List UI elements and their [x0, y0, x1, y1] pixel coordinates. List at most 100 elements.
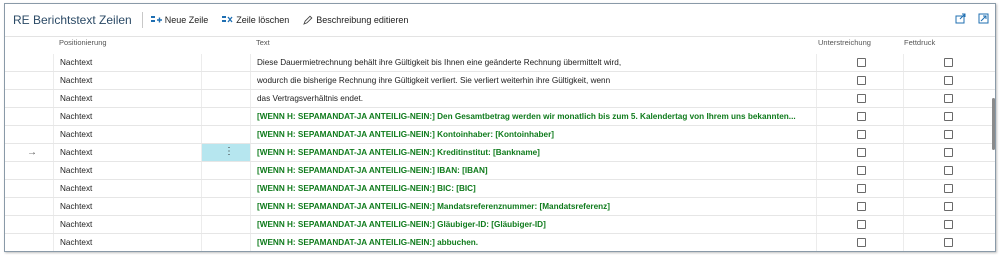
action-bar: RE Berichtstext Zeilen Neue Zeile Zeile … [5, 4, 995, 37]
underline-cell [816, 90, 903, 107]
bold-cell [903, 162, 990, 179]
delete-line-label: Zeile löschen [236, 15, 290, 25]
text-cell[interactable]: [WENN H: SEPAMANDAT-JA ANTEILIG-NEIN:] K… [250, 144, 822, 161]
bold-checkbox[interactable] [944, 184, 953, 193]
new-line-icon [150, 16, 162, 23]
table-row[interactable]: Nachtext [WENN H: SEPAMANDAT-JA ANTEILIG… [5, 126, 995, 144]
delete-line-icon [222, 16, 233, 23]
text-cell[interactable]: [WENN H: SEPAMANDAT-JA ANTEILIG-NEIN:] G… [250, 216, 822, 233]
underline-cell [816, 144, 903, 161]
bold-checkbox[interactable] [944, 94, 953, 103]
underline-checkbox[interactable] [857, 94, 866, 103]
text-cell[interactable]: [WENN H: SEPAMANDAT-JA ANTEILIG-NEIN:] D… [250, 108, 822, 125]
table-row[interactable]: Nachtext [WENN H: SEPAMANDAT-JA ANTEILIG… [5, 180, 995, 198]
bold-cell [903, 216, 990, 233]
lines-grid: Positionierung Text Unterstreichung Fett… [5, 38, 995, 251]
positioning-cell[interactable]: Nachtext [53, 180, 208, 197]
vertical-scrollbar[interactable] [992, 98, 995, 150]
row-menu-cell [201, 234, 250, 251]
row-menu-cell [201, 162, 250, 179]
text-cell[interactable]: Diese Dauermietrechnung behält ihre Gült… [250, 54, 822, 71]
text-cell[interactable]: [WENN H: SEPAMANDAT-JA ANTEILIG-NEIN:] K… [250, 126, 822, 143]
window-frame: RE Berichtstext Zeilen Neue Zeile Zeile … [4, 3, 996, 252]
new-line-button[interactable]: Neue Zeile [150, 15, 209, 25]
underline-cell [816, 162, 903, 179]
underline-cell [816, 180, 903, 197]
positioning-cell[interactable]: Nachtext [53, 54, 208, 71]
column-header-text[interactable]: Text [256, 38, 270, 47]
positioning-cell[interactable]: Nachtext [53, 144, 208, 161]
text-cell[interactable]: [WENN H: SEPAMANDAT-JA ANTEILIG-NEIN:] a… [250, 234, 822, 251]
row-menu-cell [201, 72, 250, 89]
column-header-positioning[interactable]: Positionierung [59, 38, 107, 47]
toolbar-separator [141, 12, 143, 28]
bold-cell [903, 234, 990, 251]
underline-checkbox[interactable] [857, 184, 866, 193]
row-menu-cell [201, 216, 250, 233]
positioning-cell[interactable]: Nachtext [53, 234, 208, 251]
underline-checkbox[interactable] [857, 130, 866, 139]
text-cell[interactable]: wodurch die bisherige Rechnung ihre Gült… [250, 72, 822, 89]
underline-cell [816, 72, 903, 89]
toolbar-right-actions [955, 13, 989, 24]
bold-cell [903, 180, 990, 197]
positioning-cell[interactable]: Nachtext [53, 126, 208, 143]
underline-cell [816, 216, 903, 233]
bold-checkbox[interactable] [944, 58, 953, 67]
edit-description-button[interactable]: Beschreibung editieren [303, 15, 408, 25]
row-menu-cell [201, 126, 250, 143]
bold-checkbox[interactable] [944, 220, 953, 229]
page-title: RE Berichtstext Zeilen [13, 13, 132, 27]
underline-cell [816, 108, 903, 125]
row-menu-cell [201, 198, 250, 215]
positioning-cell[interactable]: Nachtext [53, 90, 208, 107]
underline-checkbox[interactable] [857, 58, 866, 67]
bold-checkbox[interactable] [944, 76, 953, 85]
delete-line-button[interactable]: Zeile löschen [222, 15, 289, 25]
bold-checkbox[interactable] [944, 148, 953, 157]
text-cell[interactable]: das Vertragsverhältnis endet. [250, 90, 822, 107]
text-cell[interactable]: [WENN H: SEPAMANDAT-JA ANTEILIG-NEIN:] B… [250, 180, 822, 197]
underline-checkbox[interactable] [857, 112, 866, 121]
underline-checkbox[interactable] [857, 220, 866, 229]
row-actions-icon[interactable]: ⋮ [224, 144, 234, 160]
bold-checkbox[interactable] [944, 130, 953, 139]
row-menu-cell[interactable]: ⋮ [201, 144, 250, 161]
table-row[interactable]: Nachtext Diese Dauermietrechnung behält … [5, 54, 995, 72]
positioning-cell[interactable]: Nachtext [53, 216, 208, 233]
bold-checkbox[interactable] [944, 202, 953, 211]
table-row[interactable]: Nachtext wodurch die bisherige Rechnung … [5, 72, 995, 90]
new-line-label: Neue Zeile [164, 15, 209, 25]
edit-description-label: Beschreibung editieren [316, 15, 409, 25]
table-row[interactable]: Nachtext [WENN H: SEPAMANDAT-JA ANTEILIG… [5, 234, 995, 251]
underline-checkbox[interactable] [857, 166, 866, 175]
positioning-cell[interactable]: Nachtext [53, 108, 208, 125]
table-row[interactable]: Nachtext [WENN H: SEPAMANDAT-JA ANTEILIG… [5, 162, 995, 180]
underline-cell [816, 126, 903, 143]
bold-checkbox[interactable] [944, 112, 953, 121]
table-row[interactable]: Nachtext [WENN H: SEPAMANDAT-JA ANTEILIG… [5, 108, 995, 126]
text-cell[interactable]: [WENN H: SEPAMANDAT-JA ANTEILIG-NEIN:] M… [250, 198, 822, 215]
underline-checkbox[interactable] [857, 76, 866, 85]
column-header-underline[interactable]: Unterstreichung [818, 38, 871, 47]
underline-checkbox[interactable] [857, 238, 866, 247]
table-row[interactable]: Nachtext [WENN H: SEPAMANDAT-JA ANTEILIG… [5, 216, 995, 234]
share-icon[interactable] [955, 13, 966, 24]
expand-icon[interactable] [978, 13, 989, 24]
table-row[interactable]: Nachtext [WENN H: SEPAMANDAT-JA ANTEILIG… [5, 198, 995, 216]
column-header-bold[interactable]: Fettdruck [904, 38, 935, 47]
table-row-selected[interactable]: → Nachtext ⋮ [WENN H: SEPAMANDAT-JA ANTE… [5, 144, 995, 162]
text-cell[interactable]: [WENN H: SEPAMANDAT-JA ANTEILIG-NEIN:] I… [250, 162, 822, 179]
bold-cell [903, 198, 990, 215]
table-row[interactable]: Nachtext das Vertragsverhältnis endet. [5, 90, 995, 108]
positioning-cell[interactable]: Nachtext [53, 72, 208, 89]
underline-checkbox[interactable] [857, 202, 866, 211]
bold-checkbox[interactable] [944, 166, 953, 175]
underline-cell [816, 198, 903, 215]
underline-checkbox[interactable] [857, 148, 866, 157]
row-menu-cell [201, 54, 250, 71]
positioning-cell[interactable]: Nachtext [53, 198, 208, 215]
positioning-cell[interactable]: Nachtext [53, 162, 208, 179]
bold-cell [903, 144, 990, 161]
bold-checkbox[interactable] [944, 238, 953, 247]
